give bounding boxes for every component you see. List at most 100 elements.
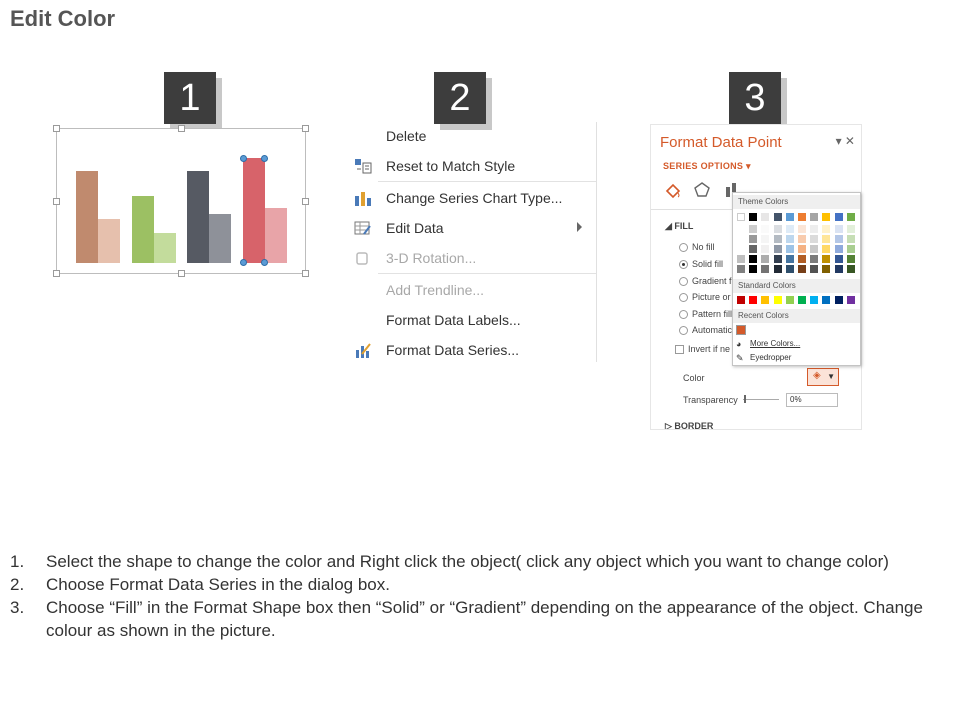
- bar-group3-dark[interactable]: [187, 171, 209, 263]
- color-swatch[interactable]: [773, 213, 782, 221]
- resize-handle[interactable]: [53, 270, 60, 277]
- color-swatch[interactable]: [822, 245, 831, 253]
- recent-color-swatch[interactable]: [736, 325, 746, 335]
- bar-group4-light[interactable]: [265, 208, 287, 263]
- radio-picture-fill[interactable]: Picture or: [679, 292, 731, 306]
- color-swatch[interactable]: [798, 235, 806, 243]
- color-swatch[interactable]: [822, 213, 831, 221]
- color-swatch[interactable]: [822, 255, 831, 263]
- selection-handle[interactable]: [240, 155, 247, 162]
- color-swatch[interactable]: [846, 245, 855, 253]
- color-swatch[interactable]: [798, 225, 806, 233]
- color-swatch[interactable]: [810, 213, 819, 221]
- color-swatch[interactable]: [785, 213, 794, 221]
- more-colors-link[interactable]: More Colors...: [750, 339, 800, 348]
- color-swatch[interactable]: [785, 265, 794, 273]
- color-swatch[interactable]: [749, 213, 758, 221]
- color-swatch[interactable]: [749, 265, 758, 273]
- standard-color-swatch[interactable]: [810, 296, 819, 304]
- fill-section-header[interactable]: ◢ FILL: [665, 221, 693, 232]
- color-swatch[interactable]: [773, 225, 782, 233]
- color-swatch[interactable]: [785, 235, 794, 243]
- slider-thumb[interactable]: [744, 395, 746, 403]
- radio-button[interactable]: [679, 310, 688, 320]
- standard-color-swatch[interactable]: [798, 296, 806, 304]
- color-swatch[interactable]: [785, 225, 794, 233]
- series-options-dropdown[interactable]: SERIES OPTIONS ▾: [663, 161, 751, 172]
- color-swatch[interactable]: [761, 235, 770, 243]
- color-swatch[interactable]: [749, 255, 758, 263]
- color-swatch[interactable]: [834, 265, 843, 273]
- color-swatch[interactable]: [822, 235, 831, 243]
- pane-close-controls[interactable]: ▾ ✕: [836, 134, 855, 148]
- standard-color-swatch[interactable]: [834, 296, 843, 304]
- color-swatch[interactable]: [761, 245, 770, 253]
- bar-group2-light[interactable]: [154, 233, 176, 263]
- border-section-header[interactable]: ▷ BORDER: [665, 421, 713, 429]
- color-swatch[interactable]: [785, 245, 794, 253]
- color-swatch[interactable]: [798, 213, 806, 221]
- color-swatch[interactable]: [737, 255, 745, 263]
- color-swatch[interactable]: [737, 265, 745, 273]
- radio-button[interactable]: [679, 260, 688, 270]
- transparency-slider[interactable]: [743, 399, 779, 400]
- radio-button[interactable]: [679, 293, 688, 303]
- color-swatch[interactable]: [846, 235, 855, 243]
- standard-color-swatch[interactable]: [785, 296, 794, 304]
- color-swatch[interactable]: [798, 265, 806, 273]
- color-swatch[interactable]: [798, 245, 806, 253]
- selection-handle[interactable]: [261, 259, 268, 266]
- color-swatch[interactable]: [773, 235, 782, 243]
- bar-group1-light[interactable]: [98, 219, 120, 263]
- color-swatch[interactable]: [737, 213, 745, 221]
- color-swatch[interactable]: [761, 255, 770, 263]
- radio-button[interactable]: [679, 277, 688, 287]
- bar-group2-dark[interactable]: [132, 196, 154, 263]
- color-swatch[interactable]: [773, 255, 782, 263]
- color-swatch[interactable]: [834, 235, 843, 243]
- resize-handle[interactable]: [53, 198, 60, 205]
- transparency-input[interactable]: 0%: [786, 393, 838, 407]
- menu-item-edit-data[interactable]: Edit Data: [348, 214, 596, 242]
- color-picker-button[interactable]: ◈ ▼: [807, 368, 839, 386]
- resize-handle[interactable]: [302, 198, 309, 205]
- resize-handle[interactable]: [178, 125, 185, 132]
- effects-icon[interactable]: [693, 181, 711, 204]
- color-swatch[interactable]: [761, 265, 770, 273]
- menu-item-change-chart-type[interactable]: Change Series Chart Type...: [348, 184, 596, 212]
- color-swatch[interactable]: [810, 255, 819, 263]
- color-swatch[interactable]: [749, 235, 758, 243]
- radio-button[interactable]: [679, 326, 688, 336]
- color-swatch[interactable]: [810, 265, 819, 273]
- color-swatch[interactable]: [810, 235, 819, 243]
- color-swatch[interactable]: [846, 225, 855, 233]
- standard-color-swatch[interactable]: [737, 296, 745, 304]
- radio-button[interactable]: [679, 243, 688, 253]
- color-swatch[interactable]: [798, 255, 806, 263]
- standard-color-swatch[interactable]: [822, 296, 831, 304]
- fill-line-icon[interactable]: [663, 181, 681, 204]
- color-swatch[interactable]: [834, 213, 843, 221]
- menu-item-delete[interactable]: Delete: [348, 122, 596, 150]
- radio-no-fill[interactable]: No fill: [679, 242, 715, 256]
- color-swatch[interactable]: [822, 265, 831, 273]
- radio-automatic[interactable]: Automatic: [679, 325, 732, 339]
- color-swatch[interactable]: [810, 225, 819, 233]
- color-swatch[interactable]: [761, 213, 770, 221]
- standard-color-swatch[interactable]: [773, 296, 782, 304]
- color-swatch[interactable]: [834, 255, 843, 263]
- chart-area[interactable]: [53, 125, 309, 277]
- standard-color-swatch[interactable]: [761, 296, 770, 304]
- color-swatch[interactable]: [773, 265, 782, 273]
- bar-group1-dark[interactable]: [76, 171, 98, 263]
- color-swatch[interactable]: [846, 213, 855, 221]
- menu-item-reset-style[interactable]: Reset to Match Style: [348, 152, 596, 180]
- selection-handle[interactable]: [240, 259, 247, 266]
- color-swatch[interactable]: [761, 225, 770, 233]
- color-swatch[interactable]: [737, 225, 745, 233]
- radio-solid-fill[interactable]: Solid fill: [679, 259, 723, 273]
- color-swatch[interactable]: [737, 245, 745, 253]
- standard-color-swatch[interactable]: [749, 296, 758, 304]
- color-swatch[interactable]: [822, 225, 831, 233]
- invert-checkbox-row[interactable]: Invert if ne: [675, 344, 730, 358]
